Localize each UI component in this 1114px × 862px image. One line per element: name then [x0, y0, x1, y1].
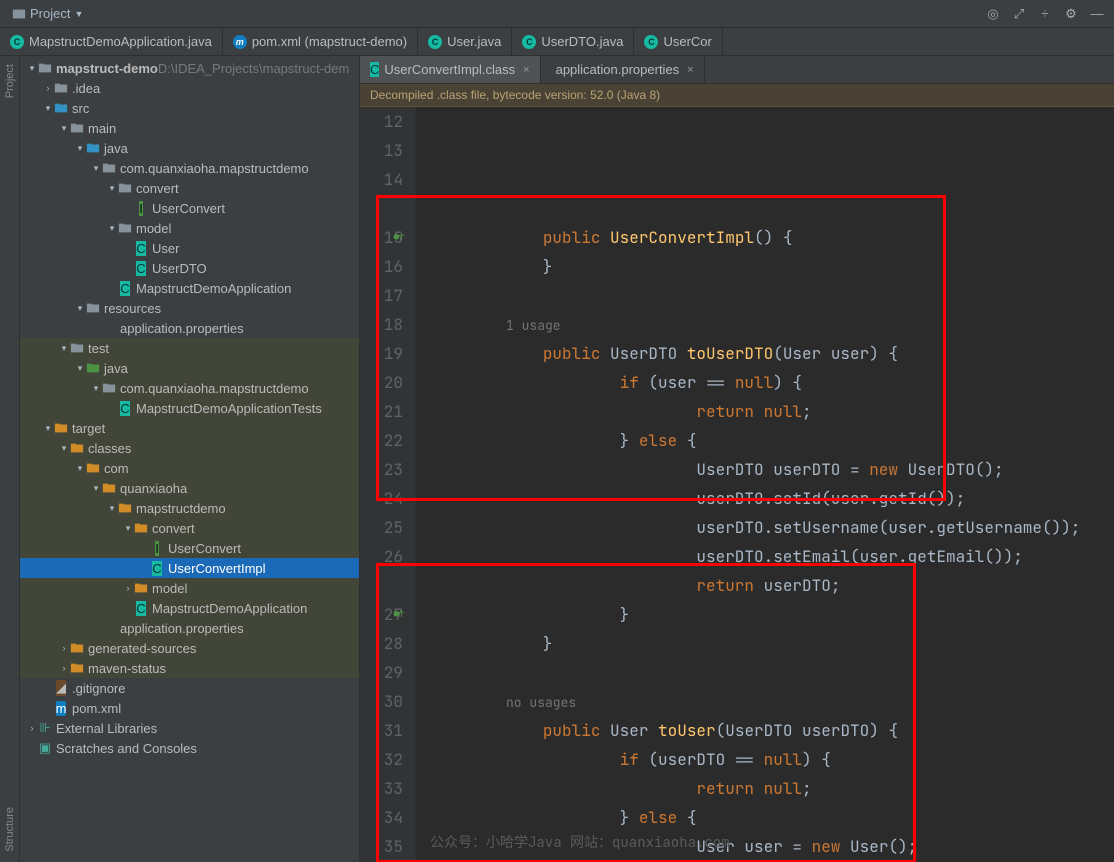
- code-area[interactable]: public UserConvertImpl() { }1 usage publ…: [416, 107, 1114, 862]
- hide-icon[interactable]: —: [1086, 3, 1108, 25]
- project-icon: [12, 7, 26, 21]
- editor-tab-application.properties[interactable]: application.properties×: [541, 56, 705, 83]
- tree-item[interactable]: ▾convert: [20, 178, 359, 198]
- tree-item[interactable]: ▾mapstructdemo: [20, 498, 359, 518]
- tree-item[interactable]: ▾com.quanxiaoha.mapstructdemo: [20, 158, 359, 178]
- tree-item[interactable]: ▾resources: [20, 298, 359, 318]
- file-tabs-top: CMapstructDemoApplication.javampom.xml (…: [0, 28, 1114, 56]
- project-tree[interactable]: ▾mapstruct-demo D:\IDEA_Projects\mapstru…: [20, 56, 359, 862]
- line-gutter: 12131415●↑161718192021222324252627●↑2829…: [360, 107, 416, 862]
- tree-item[interactable]: application.properties: [20, 618, 359, 638]
- close-icon[interactable]: ×: [523, 64, 529, 76]
- editor-tab-UserConvertImpl.class[interactable]: CUserConvertImpl.class×: [360, 56, 541, 83]
- tree-item[interactable]: ›model: [20, 578, 359, 598]
- tree-item[interactable]: ›maven-status: [20, 658, 359, 678]
- chevron-down-icon: ▼: [74, 9, 83, 19]
- tree-item[interactable]: ▾java: [20, 358, 359, 378]
- tree-item[interactable]: ▾classes: [20, 438, 359, 458]
- tree-item[interactable]: ▾quanxiaoha: [20, 478, 359, 498]
- tab-MapstructDemoApplication.java[interactable]: CMapstructDemoApplication.java: [0, 28, 223, 55]
- tree-item[interactable]: ◢.gitignore: [20, 678, 359, 698]
- tree-item[interactable]: ▾convert: [20, 518, 359, 538]
- watermark: 公众号：小哈学Java 网站：quanxiaoha.com: [430, 829, 730, 858]
- tree-item[interactable]: ▾com.quanxiaoha.mapstructdemo: [20, 378, 359, 398]
- side-project[interactable]: Project: [4, 64, 16, 98]
- tree-item[interactable]: ▾model: [20, 218, 359, 238]
- left-gutter-bar: Project Structure: [0, 56, 20, 862]
- tab-UserCor[interactable]: CUserCor: [634, 28, 722, 55]
- tree-item[interactable]: ›generated-sources: [20, 638, 359, 658]
- locate-icon[interactable]: ◎: [982, 3, 1004, 25]
- tree-item[interactable]: ›⊪External Libraries: [20, 718, 359, 738]
- tree-item[interactable]: CMapstructDemoApplication: [20, 278, 359, 298]
- tree-item[interactable]: ▾test: [20, 338, 359, 358]
- tab-User.java[interactable]: CUser.java: [418, 28, 512, 55]
- tab-UserDTO.java[interactable]: CUserDTO.java: [512, 28, 634, 55]
- tree-item[interactable]: application.properties: [20, 318, 359, 338]
- tree-item[interactable]: ›.idea: [20, 78, 359, 98]
- tree-item[interactable]: ▾mapstruct-demo D:\IDEA_Projects\mapstru…: [20, 58, 359, 78]
- project-selector[interactable]: Project ▼: [6, 4, 89, 23]
- decompiled-banner: Decompiled .class file, bytecode version…: [360, 84, 1114, 107]
- expand-icon[interactable]: ⤢: [1008, 3, 1030, 25]
- tree-item[interactable]: ▾com: [20, 458, 359, 478]
- tree-item[interactable]: IUserConvert: [20, 198, 359, 218]
- project-label: Project: [30, 6, 70, 21]
- tree-item[interactable]: CUserDTO: [20, 258, 359, 278]
- tree-item[interactable]: CMapstructDemoApplication: [20, 598, 359, 618]
- tab-pom.xml (mapstruct-demo)[interactable]: mpom.xml (mapstruct-demo): [223, 28, 418, 55]
- gear-icon[interactable]: ⚙: [1060, 3, 1082, 25]
- tree-item[interactable]: CUser: [20, 238, 359, 258]
- editor-tabs: CUserConvertImpl.class×application.prope…: [360, 56, 1114, 84]
- tree-item[interactable]: ▣Scratches and Consoles: [20, 738, 359, 758]
- tree-item[interactable]: IUserConvert: [20, 538, 359, 558]
- tree-item[interactable]: ▾target: [20, 418, 359, 438]
- collapse-icon[interactable]: ÷: [1034, 3, 1056, 25]
- toolbar: Project ▼ ◎ ⤢ ÷ ⚙ —: [0, 0, 1114, 28]
- code-editor[interactable]: 12131415●↑161718192021222324252627●↑2829…: [360, 107, 1114, 862]
- tree-item[interactable]: ▾src: [20, 98, 359, 118]
- close-icon[interactable]: ×: [687, 64, 693, 76]
- tree-item[interactable]: mpom.xml: [20, 698, 359, 718]
- project-sidebar: ▾mapstruct-demo D:\IDEA_Projects\mapstru…: [20, 56, 360, 862]
- side-structure[interactable]: Structure: [4, 807, 16, 852]
- tree-item[interactable]: CMapstructDemoApplicationTests: [20, 398, 359, 418]
- tree-item[interactable]: ▾java: [20, 138, 359, 158]
- tree-item[interactable]: CUserConvertImpl: [20, 558, 359, 578]
- tree-item[interactable]: ▾main: [20, 118, 359, 138]
